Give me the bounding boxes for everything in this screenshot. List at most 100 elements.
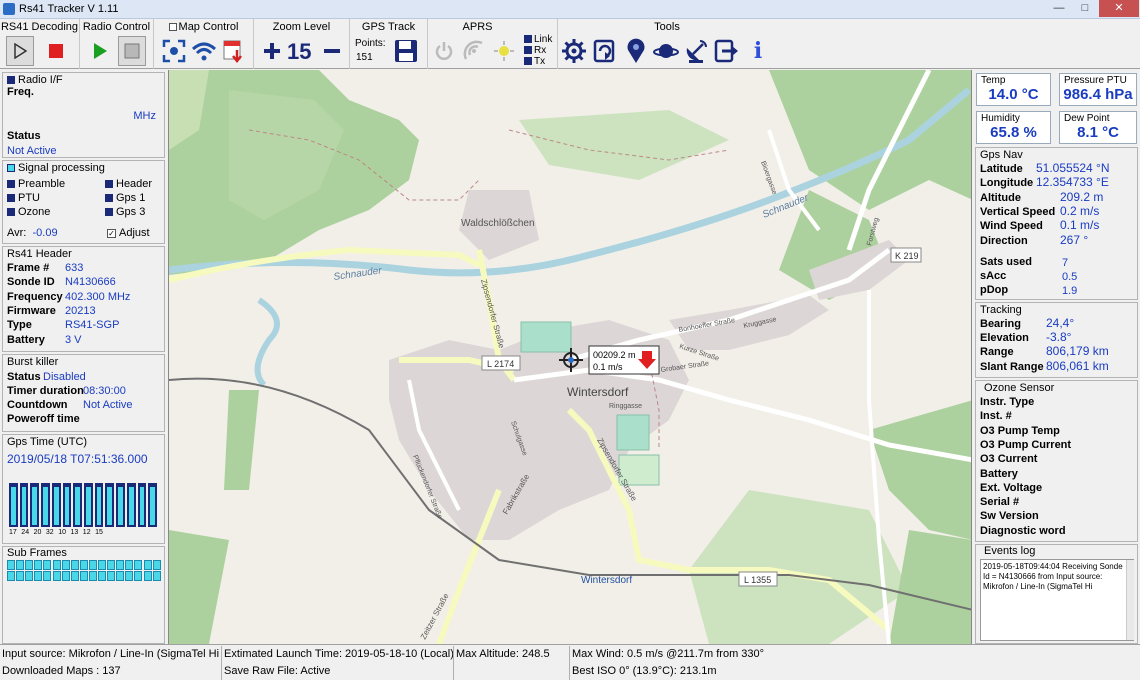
refresh-button[interactable]	[591, 36, 619, 66]
radio-play-button[interactable]	[86, 36, 114, 66]
map-view[interactable]: Waldschlößchen Schnauder Schnauder Winte…	[168, 70, 972, 644]
sub-frame-cell	[152, 571, 161, 581]
ozone-indicator: Ozone	[7, 206, 50, 218]
svg-text:L 2174: L 2174	[487, 359, 514, 369]
minimize-button[interactable]: —	[1046, 0, 1072, 17]
humidity-value: 65.8 %	[990, 124, 1037, 141]
satellite-bar-fill	[11, 487, 16, 525]
satellite-bar	[62, 483, 72, 527]
decode-play-button[interactable]	[6, 36, 34, 66]
satellite-bar	[19, 483, 29, 527]
maximize-button[interactable]: □	[1072, 0, 1098, 17]
rs41-header-box: Rs41 Header Frame # 633 Sonde ID N4130666 Fr…	[2, 246, 165, 352]
sub-frame-cell	[88, 560, 97, 570]
satellite-bar-labels: 17 24 20 32 10 13 12 15	[9, 529, 159, 539]
settings-button[interactable]	[560, 36, 588, 66]
sub-frame-cell	[125, 571, 134, 581]
sub-frame-cell	[61, 571, 70, 581]
save-track-button[interactable]	[392, 36, 420, 66]
pressure-value: 986.4 hPa	[1063, 86, 1133, 103]
rs41-decoding-group: RS41 Decoding	[0, 19, 80, 69]
tracking-value: 24,4°	[1046, 316, 1075, 330]
radio-if-title: Radio I/F	[7, 74, 63, 86]
rs41-row-value: 633	[65, 262, 84, 274]
tracking-label: Slant Range	[980, 360, 1044, 373]
status-bar: Input source: Mikrofon / Line-In (SigmaT…	[0, 644, 1140, 680]
close-button[interactable]: ✕	[1099, 0, 1139, 17]
rs41-row-value: 20213	[65, 304, 96, 317]
ozone-row-label: Ext. Voltage	[980, 481, 1043, 494]
satellite-bar	[94, 483, 104, 527]
location-button[interactable]	[622, 36, 650, 66]
zoom-level-group: Zoom Level 15	[254, 19, 350, 69]
antenna-icon	[686, 40, 707, 63]
tracking-box: Tracking Bearing 24,4° Elevation -3.8° Range…	[975, 302, 1138, 378]
zoom-out-button[interactable]	[318, 36, 346, 66]
aprs-group: APRS Link Rx Tx	[428, 19, 558, 69]
sub-frame-cell	[34, 560, 43, 570]
gps-nav-label: Altitude	[980, 191, 1021, 204]
map-control-checkbox[interactable]	[168, 23, 177, 32]
status-downloaded-maps: Downloaded Maps : 137	[0, 663, 222, 680]
sonde-altitude: 00209.2 m	[593, 350, 636, 360]
gps-nav-value: 51.055524 °N	[1036, 161, 1110, 175]
tracking-value: -3.8°	[1046, 330, 1072, 345]
sub-frame-cell	[88, 571, 97, 581]
satellite-bar-label: 12	[82, 529, 91, 536]
ozone-row-label: O3 Pump Current	[980, 438, 1072, 451]
info-button[interactable]: i	[744, 36, 772, 66]
satellite-bar	[105, 483, 115, 527]
status-empty-cell	[454, 663, 570, 680]
rs41-row-value: N4130666	[65, 276, 116, 289]
map-online-button[interactable]	[190, 36, 218, 66]
adjust-checkbox[interactable]: ✓	[107, 228, 116, 238]
satellite-bar-fill	[96, 487, 102, 525]
aprs-beacon-button[interactable]	[490, 36, 518, 66]
zoom-in-button[interactable]	[258, 36, 286, 66]
radio-stop-button[interactable]	[118, 36, 146, 66]
satellite-bar	[84, 483, 93, 527]
sub-frame-cell	[152, 560, 161, 570]
app-icon	[3, 3, 15, 15]
adjust-checkbox-row[interactable]: ✓ Adjust	[107, 227, 150, 239]
burst-killer-title: Burst killer	[7, 356, 59, 368]
planet-button[interactable]	[652, 36, 680, 66]
sub-frame-cell	[116, 560, 125, 570]
temp-value: 14.0 °C	[988, 86, 1039, 103]
gps-nav-value: 267 °	[1060, 232, 1089, 247]
satellite-bar-label: 20	[33, 529, 42, 536]
events-log-scrollbar[interactable]	[1126, 560, 1134, 640]
sports-field	[520, 321, 572, 353]
gps-nav-label: Vertical Speed	[980, 205, 1056, 218]
export-button[interactable]	[712, 36, 740, 66]
satellite-bar	[41, 483, 50, 527]
humidity-gauge: Humidity 65.8 %	[976, 111, 1051, 144]
satellite-bar	[148, 483, 157, 527]
ozone-row-label: O3 Pump Temp	[980, 424, 1060, 437]
burst-status-value: Disabled	[43, 371, 86, 383]
app-window: Rs41 Tracker V 1.11 — □ ✕ RS41 Decoding …	[0, 0, 1140, 680]
gps1-indicator: Gps 1	[105, 192, 145, 204]
center-map-button[interactable]	[160, 36, 188, 66]
aprs-power-button[interactable]	[430, 36, 458, 66]
decode-stop-button[interactable]	[42, 36, 70, 66]
tracking-label: Elevation	[980, 332, 1029, 345]
aprs-settings-button[interactable]	[460, 36, 488, 66]
aprs-indicators: Link Rx Tx	[524, 34, 552, 67]
minus-icon	[324, 49, 340, 53]
antenna-button[interactable]	[682, 36, 710, 66]
events-log-text[interactable]: 2019-05-18T09:44:04 Receiving Sonde Id =…	[980, 559, 1134, 641]
rs41-row-label: Frequency	[7, 290, 63, 303]
gps-nav-value: 0.1 m/s	[1060, 218, 1100, 233]
gps-nav-box: Gps Nav Latitude 51.055524 °N Longitude 12.…	[975, 147, 1138, 300]
zoom-value: 15	[287, 39, 312, 64]
map-download-button[interactable]	[220, 36, 248, 66]
dew-point-value: 8.1 °C	[1077, 124, 1119, 141]
gps-nav-label: Wind Speed	[980, 220, 1043, 233]
gps-time-box: Gps Time (UTC) 2019/05/18 T07:51:36.000 …	[2, 434, 165, 544]
gps-nav-small-label: Sats used	[980, 256, 1032, 268]
events-log-box: Events log 2019-05-18T09:44:04 Receiving…	[975, 544, 1138, 644]
sub-frame-cell	[43, 571, 52, 581]
rs41-row-label: Type	[7, 319, 32, 332]
sub-frame-cell	[34, 571, 43, 581]
